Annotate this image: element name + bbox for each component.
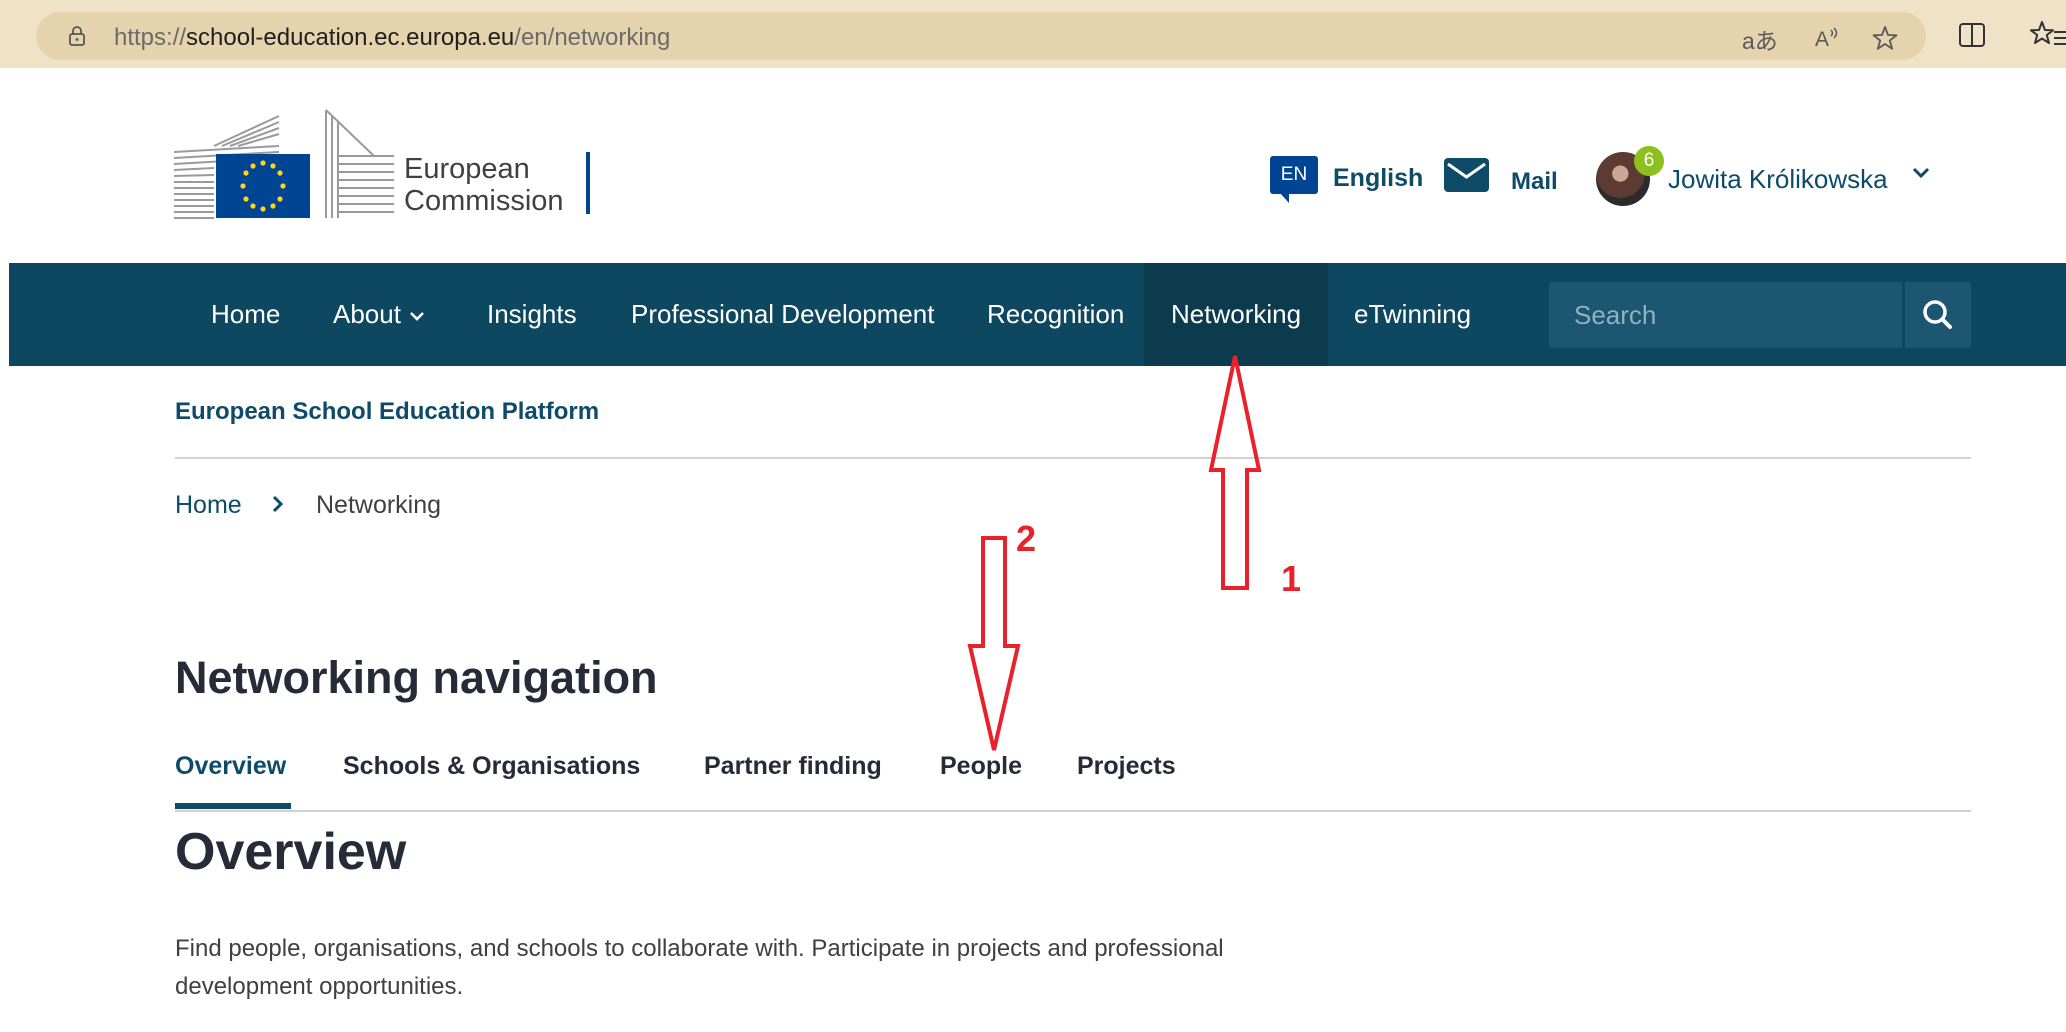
nav-item-about[interactable]: About bbox=[306, 263, 452, 366]
annotation-arrow-up bbox=[1208, 355, 1262, 590]
intro-text: Find people, organisations, and schools … bbox=[175, 935, 1224, 1000]
nav-item-recognition[interactable]: Recognition bbox=[960, 263, 1151, 366]
european-commission-logo[interactable]: European Commission bbox=[174, 106, 594, 224]
language-badge[interactable]: EN bbox=[1270, 156, 1318, 203]
breadcrumb-current: Networking bbox=[316, 491, 442, 519]
logo-text-line2: Commission bbox=[404, 185, 564, 217]
user-menu[interactable]: Jowita Królikowska bbox=[1668, 164, 1888, 195]
search-input[interactable]: Search bbox=[1549, 282, 1902, 348]
section-title: Networking navigation bbox=[175, 652, 658, 703]
translate-icon[interactable]: aあ bbox=[1742, 22, 1778, 56]
language-selector[interactable]: English bbox=[1333, 164, 1423, 193]
annotation-arrow-down bbox=[967, 536, 1021, 751]
chevron-down-icon[interactable] bbox=[1912, 166, 1930, 180]
page-heading: Overview bbox=[175, 823, 407, 881]
chevron-down-icon bbox=[410, 312, 424, 321]
svg-text:A: A bbox=[1815, 28, 1829, 51]
address-bar[interactable]: https://school-education.ec.europa.eu/en… bbox=[36, 12, 1926, 60]
favorites-list-icon[interactable] bbox=[2030, 18, 2066, 52]
logo-text-line1: European bbox=[404, 153, 530, 185]
url-text[interactable]: https://school-education.ec.europa.eu/en… bbox=[114, 24, 670, 52]
annotation-label-2: 2 bbox=[1016, 518, 1037, 559]
nav-item-networking[interactable]: Networking bbox=[1144, 263, 1329, 366]
read-aloud-icon[interactable]: A bbox=[1812, 24, 1840, 52]
tab-projects[interactable]: Projects bbox=[1077, 752, 1176, 781]
breadcrumb-home-link[interactable]: Home bbox=[175, 491, 242, 520]
main-navigation: Home About Insights Professional Develop… bbox=[9, 263, 2066, 366]
mail-link[interactable]: Mail bbox=[1511, 168, 1558, 196]
search-icon bbox=[1923, 300, 1952, 329]
annotation-label-1: 1 bbox=[1281, 558, 1302, 599]
tab-partner-finding[interactable]: Partner finding bbox=[704, 752, 882, 781]
site-header: European Commission EN English Mail 6 Jo… bbox=[0, 68, 2066, 263]
tabs-divider bbox=[175, 810, 1971, 812]
divider bbox=[175, 457, 1971, 459]
nav-item-professional-development[interactable]: Professional Development bbox=[604, 263, 962, 366]
nav-item-insights[interactable]: Insights bbox=[460, 263, 604, 366]
tab-people[interactable]: People bbox=[940, 752, 1022, 781]
chevron-right-icon bbox=[272, 495, 284, 513]
split-screen-icon[interactable] bbox=[1958, 22, 1986, 48]
search-button[interactable] bbox=[1905, 282, 1971, 348]
notification-badge[interactable]: 6 bbox=[1634, 146, 1664, 176]
mail-icon[interactable] bbox=[1444, 158, 1489, 192]
tab-overview[interactable]: Overview bbox=[175, 752, 286, 781]
tab-schools-organisations[interactable]: Schools & Organisations bbox=[343, 752, 640, 781]
lock-icon[interactable] bbox=[66, 25, 88, 47]
active-tab-indicator bbox=[175, 803, 291, 809]
platform-title[interactable]: European School Education Platform bbox=[175, 398, 599, 426]
nav-item-home[interactable]: Home bbox=[184, 263, 307, 366]
favorite-star-icon[interactable] bbox=[1871, 24, 1899, 52]
nav-item-etwinning[interactable]: eTwinning bbox=[1327, 263, 1498, 366]
browser-toolbar: https://school-education.ec.europa.eu/en… bbox=[0, 0, 2066, 68]
